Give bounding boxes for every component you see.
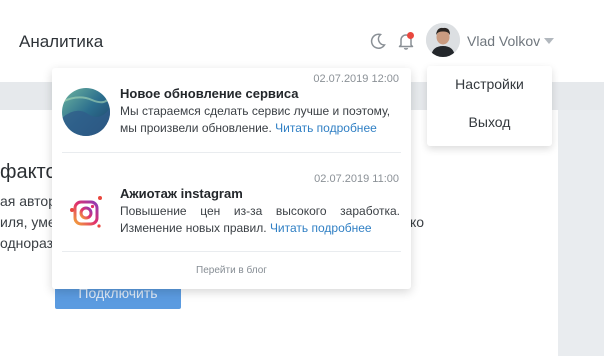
notification-thumbnail [62,88,110,136]
notification-title: Ажиотаж instagram [120,186,243,201]
page-title: Аналитика [19,32,104,51]
menu-item-settings[interactable]: Настройки [427,76,552,92]
avatar[interactable] [426,23,460,57]
right-panel [558,110,604,356]
user-dropdown: Настройки Выход [427,66,552,146]
menu-item-logout[interactable]: Выход [427,114,552,130]
avatar-image [426,23,460,57]
chevron-down-icon[interactable] [544,38,554,44]
description-fragment: ко [410,214,425,230]
notification-text: Мы стараемся сделать сервис лучше и поэт… [120,103,400,137]
notification-text: Повышение цен из-за высокого заработка. … [120,203,400,237]
blog-link[interactable]: Перейти в блог [52,265,411,276]
description-line: ая автор [0,193,56,209]
notifications-dropdown: 02.07.2019 12:00 Новое обновление сервис… [52,68,411,289]
divider [62,251,401,252]
description-line: однораз [0,235,53,251]
divider [62,152,401,153]
notification-badge [407,32,414,39]
moon-icon[interactable] [368,31,388,51]
user-name[interactable]: Vlad Volkov [467,33,540,49]
read-more-link[interactable]: Читать подробнее [275,121,377,135]
notification-title: Новое обновление сервиса [120,86,299,101]
instagram-icon [62,188,110,236]
notification-time: 02.07.2019 11:00 [314,173,399,185]
notification-time: 02.07.2019 12:00 [313,73,399,85]
wave-image [62,88,110,136]
section-heading: факто [0,161,57,183]
description-line: иля, уме [0,214,56,230]
notification-thumbnail [62,188,110,236]
read-more-link[interactable]: Читать подробнее [270,221,372,235]
